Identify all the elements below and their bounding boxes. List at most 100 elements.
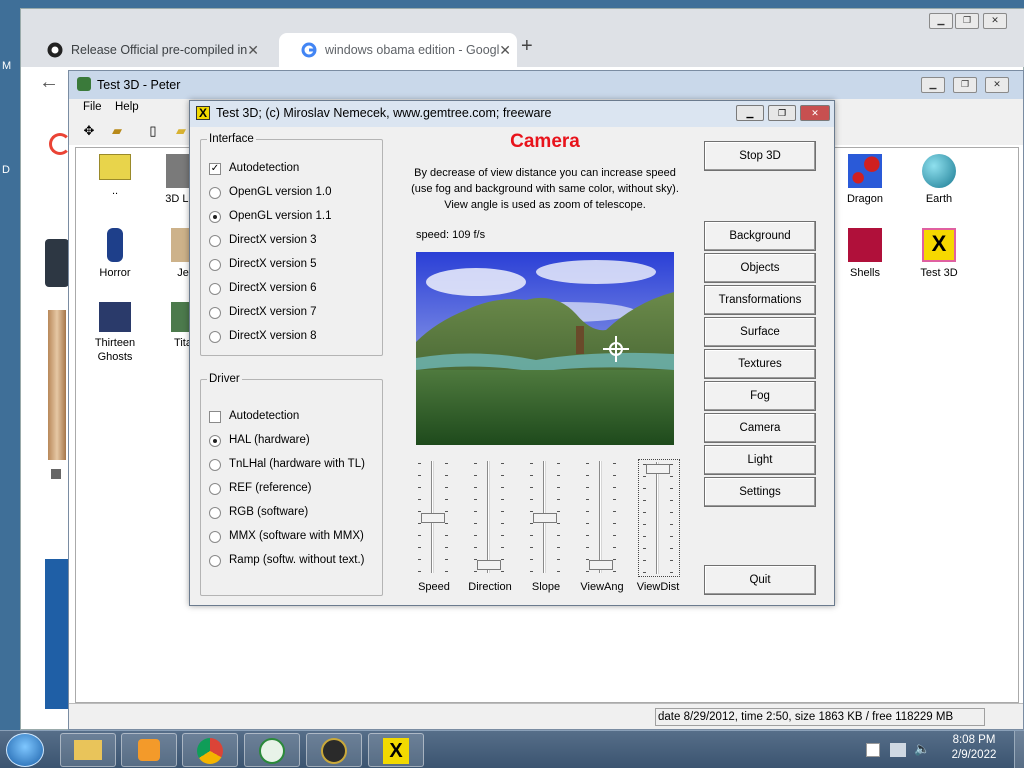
open-folder-icon[interactable]: ▰ (109, 123, 125, 139)
ghosts-icon (99, 302, 131, 332)
close-tab-icon[interactable]: ✕ (247, 42, 259, 59)
start-button[interactable] (6, 733, 44, 767)
file-item[interactable]: Dragon (828, 154, 902, 206)
interface-radio-directx-3[interactable]: DirectX version 3 (209, 234, 317, 247)
media-player-taskbar-icon[interactable] (121, 733, 177, 767)
status-text: date 8/29/2012, time 2:50, size 1863 KB … (655, 708, 985, 726)
close-button[interactable]: ✕ (983, 13, 1007, 29)
interface-radio-directx-6[interactable]: DirectX version 6 (209, 282, 317, 295)
tree-icon[interactable]: ✥ (81, 123, 97, 139)
close-button[interactable]: ✕ (985, 77, 1009, 93)
slider-speed[interactable] (414, 459, 456, 577)
menu-file[interactable]: File (83, 101, 102, 113)
radio-dot (209, 259, 221, 271)
option-label: REF (reference) (229, 482, 312, 494)
maximize-button[interactable]: ❐ (955, 13, 979, 29)
fog-button[interactable]: Fog (704, 381, 816, 411)
driver-radio-tnlhal[interactable]: TnLHal (hardware with TL) (209, 458, 365, 471)
slider-viewang[interactable] (582, 459, 624, 577)
close-button[interactable]: ✕ (800, 105, 830, 121)
surface-button[interactable]: Surface (704, 317, 816, 347)
interface-radio-directx-7[interactable]: DirectX version 7 (209, 306, 317, 319)
interface-radio-directx-5[interactable]: DirectX version 5 (209, 258, 317, 271)
file-label: Thirteen Ghosts (94, 337, 136, 363)
explorer-taskbar-icon[interactable] (60, 733, 116, 767)
driver-radio-ramp[interactable]: Ramp (softw. without text.) (209, 554, 365, 567)
settings-button[interactable]: Settings (704, 477, 816, 507)
test3d-taskbar-icon[interactable]: X (368, 733, 424, 767)
close-tab-icon[interactable]: ✕ (499, 42, 511, 59)
clock-time: 8:08 PM (952, 734, 996, 746)
slider-ticks (643, 464, 646, 574)
show-desktop-button[interactable] (1014, 731, 1024, 768)
slider-direction[interactable] (470, 459, 512, 577)
file-label: .. (111, 185, 119, 197)
background-button[interactable]: Background (704, 221, 816, 251)
driver-radio-ref[interactable]: REF (reference) (209, 482, 312, 495)
option-label: RGB (software) (229, 506, 309, 518)
slider-ticks (613, 463, 616, 573)
menu-help[interactable]: Help (115, 101, 139, 113)
slider-label: ViewDist (636, 581, 680, 593)
transformations-button[interactable]: Transformations (704, 285, 816, 315)
taskbar-clock[interactable]: 8:08 PM 2/9/2022 (946, 733, 1002, 763)
file-label: Je (177, 267, 189, 279)
slider-slope[interactable] (526, 459, 568, 577)
tab-google[interactable]: windows obama edition - Googl ✕ (279, 33, 517, 67)
slider-thumb[interactable] (589, 559, 613, 570)
slider-track (487, 461, 490, 573)
radio-dot (209, 187, 221, 199)
slider-thumb[interactable] (477, 559, 501, 570)
driver-radio-mmx[interactable]: MMX (software with MMX) (209, 530, 364, 543)
folder-icon[interactable]: ▰ (173, 123, 189, 139)
result-thumbnail (45, 239, 69, 287)
slider-ticks (557, 463, 560, 573)
textures-button[interactable]: Textures (704, 349, 816, 379)
slider-thumb[interactable] (646, 464, 670, 475)
clock-date: 2/9/2022 (951, 749, 997, 761)
driver-radio-hal[interactable]: HAL (hardware) (209, 434, 310, 447)
camera-button[interactable]: Camera (704, 413, 816, 443)
new-file-icon[interactable]: ▯ (145, 123, 161, 139)
file-item[interactable]: Thirteen Ghosts (78, 302, 152, 364)
tab-github[interactable]: Release Official pre-compiled in ✕ (25, 33, 265, 67)
stop-3d-button[interactable]: Stop 3D (704, 141, 816, 171)
slider-thumb[interactable] (421, 513, 445, 523)
new-tab-button[interactable]: + (521, 35, 533, 58)
interface-radio-opengl-11[interactable]: OpenGL version 1.1 (209, 210, 332, 223)
image-placeholder-icon (51, 469, 61, 479)
interface-radio-opengl-10[interactable]: OpenGL version 1.0 (209, 186, 332, 199)
option-label: OpenGL version 1.0 (229, 186, 332, 198)
file-item[interactable]: Earth (902, 154, 976, 206)
file-item[interactable]: Shells (828, 228, 902, 280)
quit-button[interactable]: Quit (704, 565, 816, 595)
minimize-button[interactable]: ▁ (921, 77, 945, 93)
volume-icon[interactable]: 🔈 (914, 741, 930, 757)
radio-dot (209, 459, 221, 471)
chrome-taskbar-icon[interactable] (182, 733, 238, 767)
desktop-text: M (2, 60, 12, 72)
slider-thumb[interactable] (533, 513, 557, 523)
app-taskbar-icon[interactable] (244, 733, 300, 767)
maximize-button[interactable]: ❐ (768, 105, 796, 121)
interface-legend: Interface (209, 133, 254, 145)
action-center-icon[interactable] (866, 743, 880, 757)
interface-radio-directx-8[interactable]: DirectX version 8 (209, 330, 317, 343)
objects-button[interactable]: Objects (704, 253, 816, 283)
network-icon[interactable] (890, 743, 906, 757)
driver-autodetect-checkbox[interactable]: Autodetection (209, 410, 299, 423)
file-item[interactable]: X Test 3D (902, 228, 976, 280)
slider-viewdist[interactable] (638, 459, 680, 577)
minimize-button[interactable]: ▁ (736, 105, 764, 121)
minimize-button[interactable]: ▁ (929, 13, 953, 29)
app-taskbar-icon[interactable] (306, 733, 362, 767)
render-viewport[interactable] (416, 252, 674, 445)
back-icon[interactable]: ← (39, 71, 59, 94)
interface-autodetect-checkbox[interactable]: ✓ Autodetection (209, 162, 299, 175)
file-item[interactable]: .. (78, 154, 152, 198)
driver-radio-rgb[interactable]: RGB (software) (209, 506, 309, 519)
file-item[interactable]: Horror (78, 228, 152, 280)
light-button[interactable]: Light (704, 445, 816, 475)
option-label: OpenGL version 1.1 (229, 210, 332, 222)
maximize-button[interactable]: ❐ (953, 77, 977, 93)
